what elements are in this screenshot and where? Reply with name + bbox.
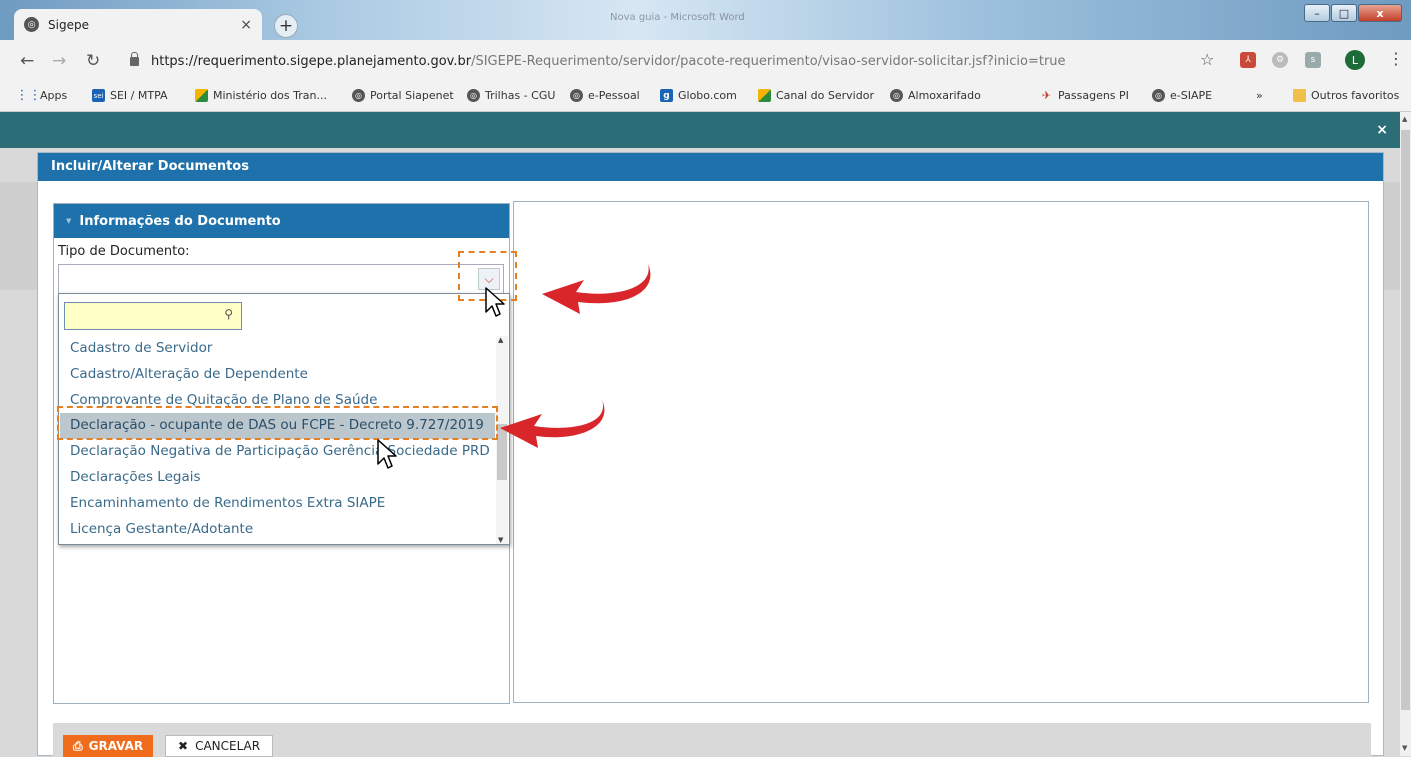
incluir-alterar-dialog: Incluir/Alterar Documentos ▼ Informações … bbox=[37, 152, 1384, 757]
dialog-title: Incluir/Alterar Documentos bbox=[38, 153, 1383, 181]
mouse-cursor-icon bbox=[377, 439, 397, 469]
play-icon bbox=[195, 89, 208, 102]
back-arrow-icon[interactable]: ← bbox=[20, 51, 34, 71]
tipo-documento-select[interactable]: ⌵ bbox=[58, 264, 504, 294]
dropdown-option[interactable]: Declaração Negativa de Participação Gerê… bbox=[60, 439, 495, 465]
modal-header: × bbox=[0, 112, 1400, 148]
bookmark-e-siape[interactable]: ◎ e-SIAPE bbox=[1152, 89, 1212, 102]
annotation-arrow-icon bbox=[542, 264, 651, 314]
scroll-up-arrow-icon[interactable]: ▲ bbox=[498, 336, 503, 344]
lock-icon bbox=[130, 51, 139, 66]
bookmark-trilhas-cgu[interactable]: ◎ Trilhas - CGU bbox=[467, 89, 555, 102]
g-icon: g bbox=[660, 89, 673, 102]
dropdown-option[interactable]: Cadastro/Alteração de Dependente bbox=[60, 362, 495, 388]
bookmark-star-icon[interactable]: ☆ bbox=[1200, 50, 1214, 69]
annotation-arrow-icon bbox=[500, 400, 605, 448]
collapse-triangle-icon[interactable]: ▼ bbox=[66, 217, 71, 225]
sei-icon: sei bbox=[92, 89, 105, 102]
cancel-button[interactable]: ✖ CANCELAR bbox=[165, 735, 274, 757]
dropdown-option[interactable]: Encaminhamento de Rendimentos Extra SIAP… bbox=[60, 491, 495, 517]
modal-close-icon[interactable]: × bbox=[1376, 122, 1388, 138]
window-titlebar: ◎ Sigepe × + Nova guia - Microsoft Word … bbox=[0, 0, 1411, 40]
window-title: Nova guia - Microsoft Word bbox=[610, 12, 745, 23]
dropdown-option[interactable]: Declarações Legais bbox=[60, 465, 495, 491]
scroll-down-arrow-icon[interactable]: ▼ bbox=[498, 536, 503, 544]
globe-icon: ◎ bbox=[890, 89, 903, 102]
maximize-button[interactable]: □ bbox=[1331, 4, 1357, 22]
plane-icon: ✈ bbox=[1041, 89, 1052, 102]
dropdown-search[interactable]: ⚲ bbox=[64, 302, 242, 330]
dropdown-option[interactable]: Cadastro de Servidor bbox=[60, 336, 495, 362]
globe-icon: ◎ bbox=[570, 89, 583, 102]
bookmark-globo[interactable]: g Globo.com bbox=[660, 89, 737, 102]
tipo-documento-label: Tipo de Documento: bbox=[58, 244, 190, 259]
bookmark-portal-siapenet[interactable]: ◎ Portal Siapenet bbox=[352, 89, 454, 102]
url-path: /SIGEPE-Requerimento/servidor/pacote-req… bbox=[471, 53, 1066, 69]
extension-gear-icon[interactable]: ⚙ bbox=[1272, 52, 1288, 68]
dropdown-search-input[interactable] bbox=[65, 303, 221, 329]
page-scrollbar[interactable]: ▲ ▼ bbox=[1400, 112, 1411, 756]
mouse-cursor-icon bbox=[485, 287, 505, 317]
bookmark-canal-servidor[interactable]: Canal do Servidor bbox=[758, 89, 874, 102]
bookmark-ministerio[interactable]: Ministério dos Tran... bbox=[195, 89, 327, 102]
new-tab-button[interactable]: + bbox=[274, 14, 298, 38]
globe-icon: ◎ bbox=[467, 89, 480, 102]
close-icon: ✖ bbox=[178, 739, 189, 753]
search-icon: ⚲ bbox=[224, 307, 233, 321]
bookmarks-bar: ⋮⋮ Apps sei SEI / MTPA Ministério dos Tran… bbox=[0, 82, 1411, 112]
bookmark-almoxarifado[interactable]: ◎ Almoxarifado bbox=[890, 89, 981, 102]
save-button[interactable]: ⎙ GRAVAR bbox=[63, 735, 154, 757]
folder-icon bbox=[1293, 89, 1306, 102]
pdf-extension-icon[interactable]: ⅄ bbox=[1240, 52, 1256, 68]
page-scroll-thumb[interactable] bbox=[1401, 130, 1410, 710]
sei-extension-icon[interactable]: s bbox=[1305, 52, 1321, 68]
printer-icon: ⎙ bbox=[73, 738, 83, 753]
profile-avatar[interactable]: L bbox=[1345, 50, 1365, 70]
dialog-footer: ⎙ GRAVAR ✖ CANCELAR bbox=[53, 723, 1371, 757]
kebab-menu-icon[interactable]: ⋮ bbox=[1388, 49, 1404, 68]
minimize-button[interactable]: – bbox=[1304, 4, 1330, 22]
globe-icon: ◎ bbox=[1152, 89, 1165, 102]
tab-close-icon[interactable]: × bbox=[240, 17, 252, 33]
browser-tab-sigepe[interactable]: ◎ Sigepe × bbox=[14, 9, 262, 40]
bookmarks-overflow-button[interactable]: » bbox=[1256, 89, 1263, 102]
bookmark-sei-mtpa[interactable]: sei SEI / MTPA bbox=[92, 89, 168, 102]
scroll-up-arrow-icon[interactable]: ▲ bbox=[1402, 115, 1407, 123]
globe-icon: ◎ bbox=[352, 89, 365, 102]
annotation-dashed-box-option bbox=[57, 406, 498, 440]
bookmark-e-pessoal[interactable]: ◎ e-Pessoal bbox=[570, 89, 640, 102]
play-icon bbox=[758, 89, 771, 102]
reload-icon[interactable]: ↻ bbox=[86, 51, 100, 71]
window-close-button[interactable]: x bbox=[1358, 4, 1402, 22]
dropdown-option[interactable]: Licença Gestante/Adotante bbox=[60, 517, 495, 543]
section-header[interactable]: ▼ Informações do Documento bbox=[54, 204, 509, 238]
scroll-down-arrow-icon[interactable]: ▼ bbox=[1402, 744, 1407, 752]
tab-title: Sigepe bbox=[48, 17, 89, 32]
apps-grid-icon: ⋮⋮ bbox=[15, 88, 42, 103]
globe-icon: ◎ bbox=[24, 17, 39, 32]
section-title: Informações do Documento bbox=[79, 214, 281, 229]
url-host: https://requerimento.sigepe.planejamento… bbox=[151, 53, 472, 69]
browser-toolbar: ← → ↻ https://requerimento.sigepe.planej… bbox=[0, 40, 1411, 82]
bookmark-apps[interactable]: ⋮⋮ Apps bbox=[15, 88, 68, 103]
bookmark-passagens-pi[interactable]: ✈ Passagens PI bbox=[1040, 89, 1129, 102]
bookmark-outros-favoritos[interactable]: Outros favoritos bbox=[1293, 89, 1399, 102]
forward-arrow-icon[interactable]: → bbox=[52, 51, 66, 71]
address-bar[interactable]: https://requerimento.sigepe.planejamento… bbox=[122, 47, 1222, 75]
